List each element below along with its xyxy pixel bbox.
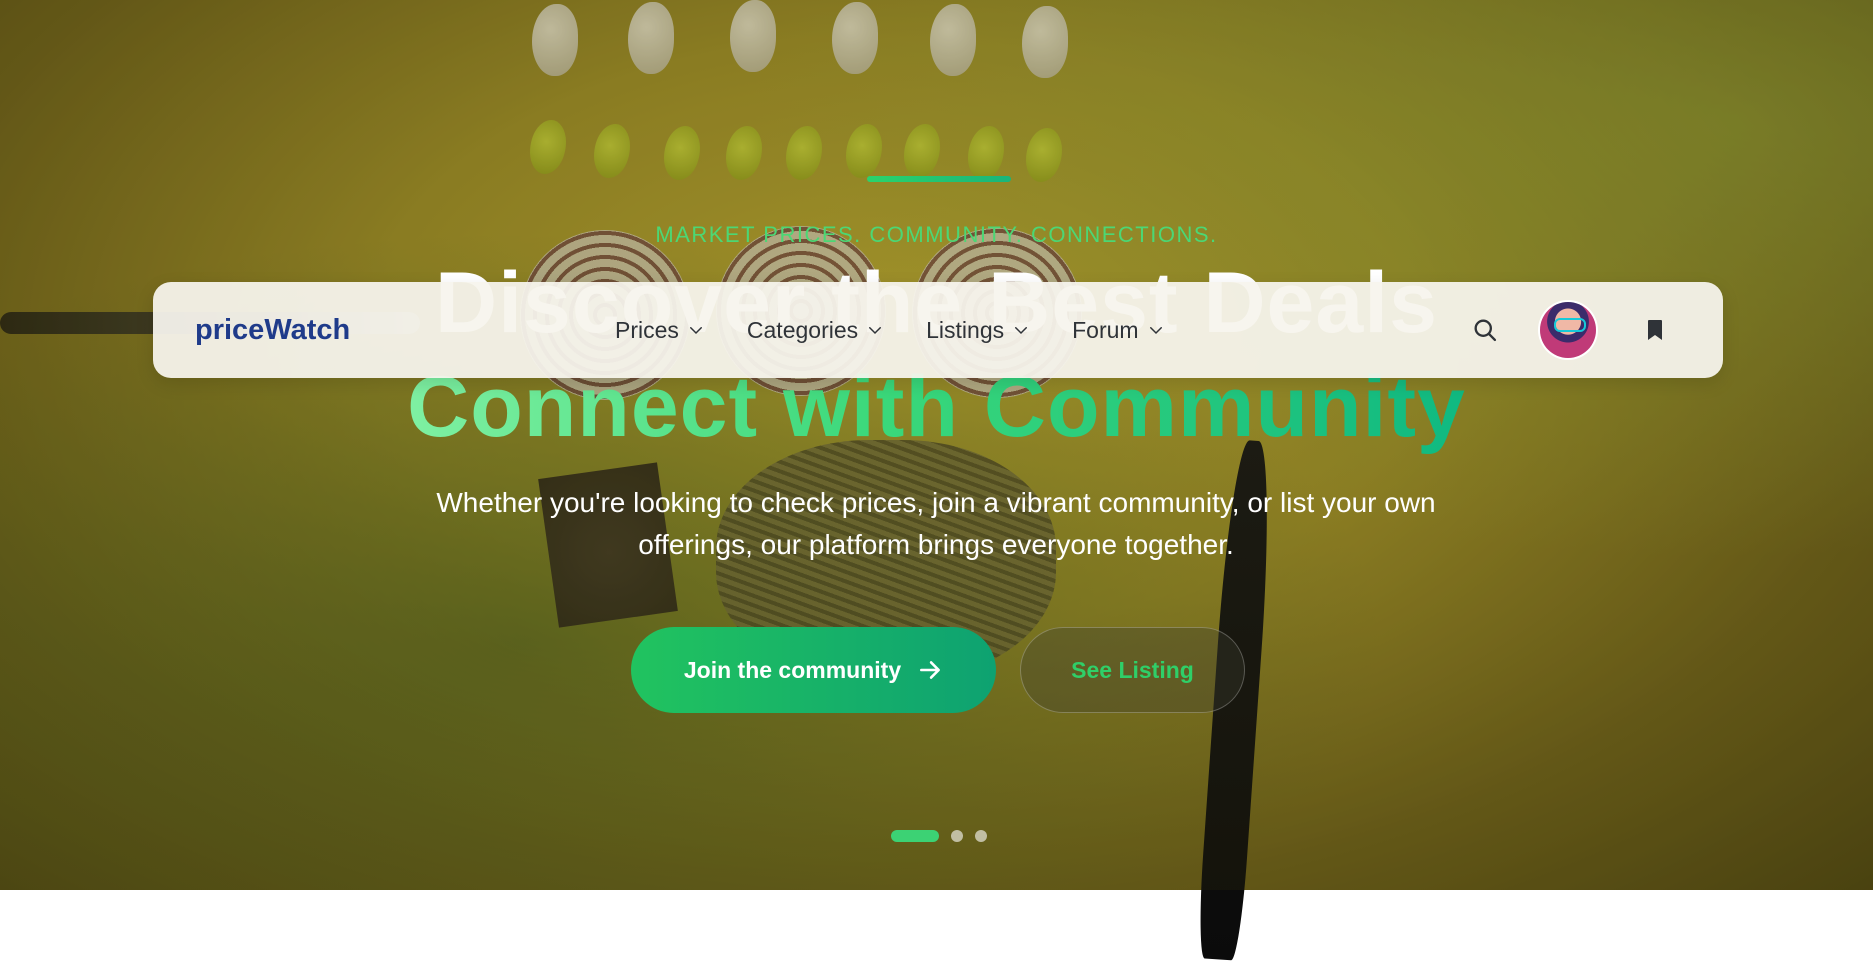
carousel-dot-2[interactable] — [951, 830, 963, 842]
see-listing-button[interactable]: See Listing — [1020, 627, 1245, 713]
avatar[interactable] — [1540, 302, 1596, 358]
hero-subtitle: Whether you're looking to check prices, … — [436, 487, 1436, 560]
nav-item-label: Prices — [615, 316, 679, 343]
carousel-dot-1[interactable] — [891, 830, 939, 842]
avatar-glasses — [1554, 318, 1586, 332]
accent-line — [867, 176, 1011, 182]
chevron-down-icon — [1149, 327, 1162, 335]
arrow-right-icon — [920, 661, 941, 679]
nav-item-label: Forum — [1072, 316, 1139, 343]
chevron-down-icon — [1015, 327, 1028, 335]
chevron-down-icon — [689, 327, 702, 335]
search-icon[interactable] — [1471, 316, 1499, 344]
nav-item-prices[interactable]: Prices — [615, 317, 705, 344]
see-listing-label: See Listing — [1071, 656, 1194, 683]
navbar: priceWatch Prices Categories Listings Fo… — [153, 282, 1723, 378]
nav-menu: Prices Categories Listings Forum — [615, 282, 1207, 378]
nav-item-label: Listings — [926, 316, 1005, 343]
logo[interactable]: priceWatch — [195, 282, 350, 378]
nav-item-categories[interactable]: Categories — [747, 317, 884, 344]
chevron-down-icon — [869, 327, 882, 335]
bookmark-icon[interactable] — [1643, 318, 1667, 342]
join-community-button[interactable]: Join the community — [631, 627, 996, 713]
carousel-dot-3[interactable] — [975, 830, 987, 842]
join-community-label: Join the community — [683, 656, 902, 683]
nav-item-label: Categories — [746, 316, 859, 343]
carousel-indicators — [891, 830, 987, 842]
nav-item-forum[interactable]: Forum — [1072, 317, 1164, 344]
hero-tagline: MARKET PRICES. COMMUNITY. CONNECTIONS. — [655, 222, 1218, 247]
nav-item-listings[interactable]: Listings — [926, 317, 1030, 344]
